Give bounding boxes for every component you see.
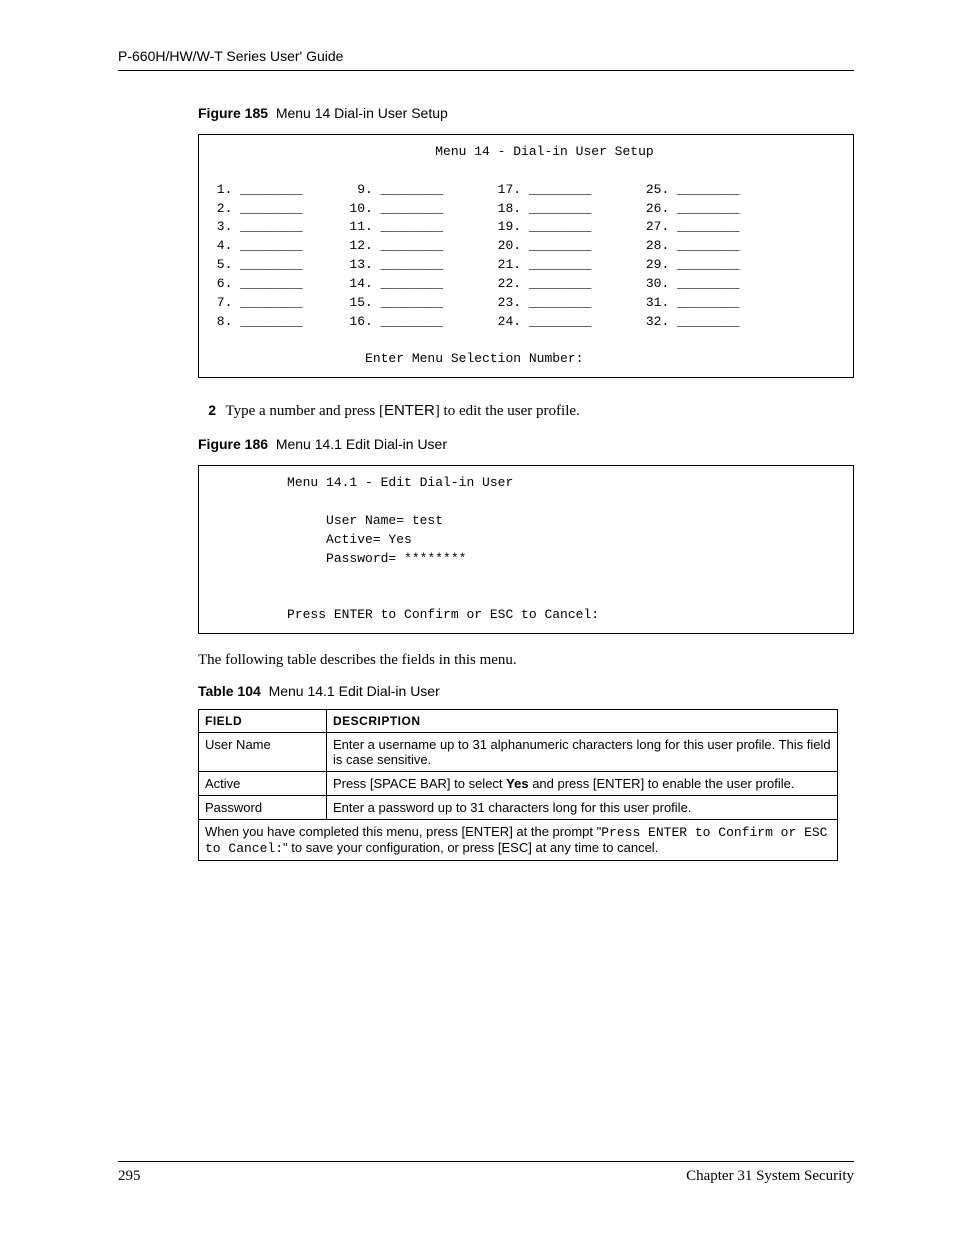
step-2: 2 Type a number and press [ENTER] to edi… — [198, 402, 854, 420]
figure-185-title: Menu 14 Dial-in User Setup — [276, 105, 448, 121]
figure-186-title: Menu 14.1 Edit Dial-in User — [276, 436, 447, 452]
figure-185-box: Menu 14 - Dial-in User Setup 1. ________… — [198, 134, 854, 378]
cell-field: Active — [199, 771, 327, 795]
page-number: 295 — [118, 1168, 141, 1185]
cell-field: Password — [199, 795, 327, 819]
table-row: Active Press [SPACE BAR] to select Yes a… — [199, 771, 838, 795]
table-row: When you have completed this menu, press… — [199, 819, 838, 860]
table-row: Password Enter a password up to 31 chara… — [199, 795, 838, 819]
step-2-enter: ENTER — [384, 402, 435, 419]
table-104: FIELD DESCRIPTION User Name Enter a user… — [198, 709, 838, 861]
table-104-head-field: FIELD — [199, 709, 327, 732]
cell-desc: Enter a username up to 31 alphanumeric c… — [327, 732, 838, 771]
table-104-head-desc: DESCRIPTION — [327, 709, 838, 732]
table-intro-paragraph: The following table describes the fields… — [198, 652, 854, 669]
figure-185-label: Figure 185 — [198, 105, 268, 121]
cell-desc: Press [SPACE BAR] to select Yes and pres… — [327, 771, 838, 795]
figure-186-box: Menu 14.1 - Edit Dial-in User User Name=… — [198, 465, 854, 634]
table-104-label: Table 104 — [198, 683, 261, 699]
table-104-caption: Table 104 Menu 14.1 Edit Dial-in User — [198, 683, 854, 699]
step-2-number: 2 — [198, 402, 216, 418]
running-header: P-660H/HW/W-T Series User' Guide — [118, 48, 854, 71]
table-104-title: Menu 14.1 Edit Dial-in User — [269, 683, 440, 699]
table-row: User Name Enter a username up to 31 alph… — [199, 732, 838, 771]
page-footer: 295 Chapter 31 System Security — [118, 1161, 854, 1185]
cell-desc: Enter a password up to 31 characters lon… — [327, 795, 838, 819]
figure-186-caption: Figure 186 Menu 14.1 Edit Dial-in User — [198, 436, 854, 452]
figure-186-label: Figure 186 — [198, 436, 268, 452]
figure-185-caption: Figure 185 Menu 14 Dial-in User Setup — [198, 105, 854, 121]
cell-field: User Name — [199, 732, 327, 771]
cell-footnote: When you have completed this menu, press… — [199, 819, 838, 860]
chapter-title: Chapter 31 System Security — [686, 1168, 854, 1185]
step-2-text-before: Type a number and press [ — [225, 403, 383, 419]
step-2-text-after: ] to edit the user profile. — [435, 403, 580, 419]
